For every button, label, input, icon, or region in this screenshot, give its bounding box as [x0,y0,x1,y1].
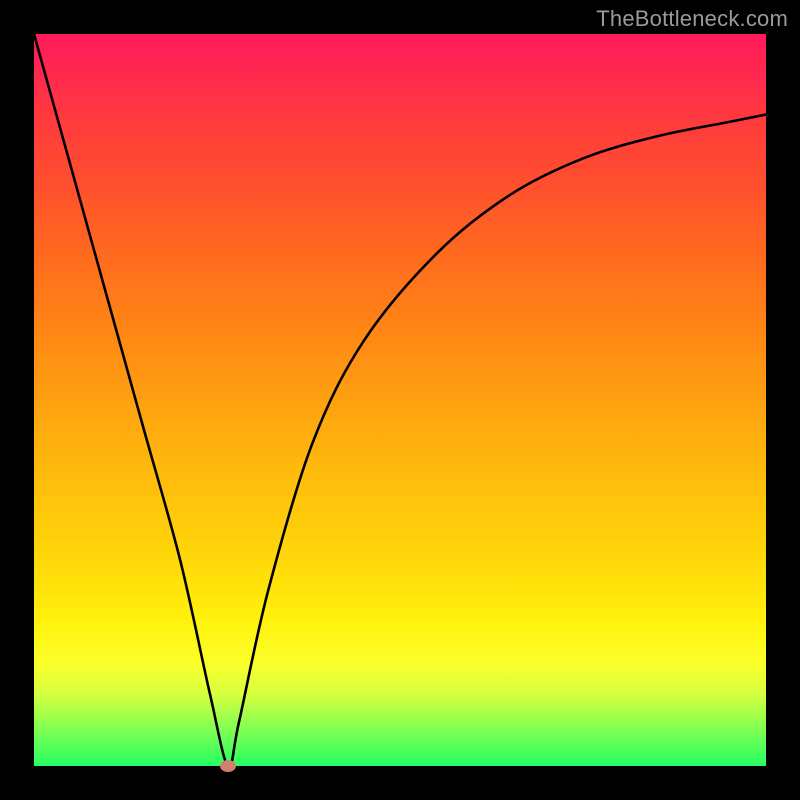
plot-area [34,34,766,766]
minimum-point-marker [220,760,236,772]
chart-frame: TheBottleneck.com [0,0,800,800]
bottleneck-curve [34,34,766,766]
watermark-text: TheBottleneck.com [596,6,788,32]
